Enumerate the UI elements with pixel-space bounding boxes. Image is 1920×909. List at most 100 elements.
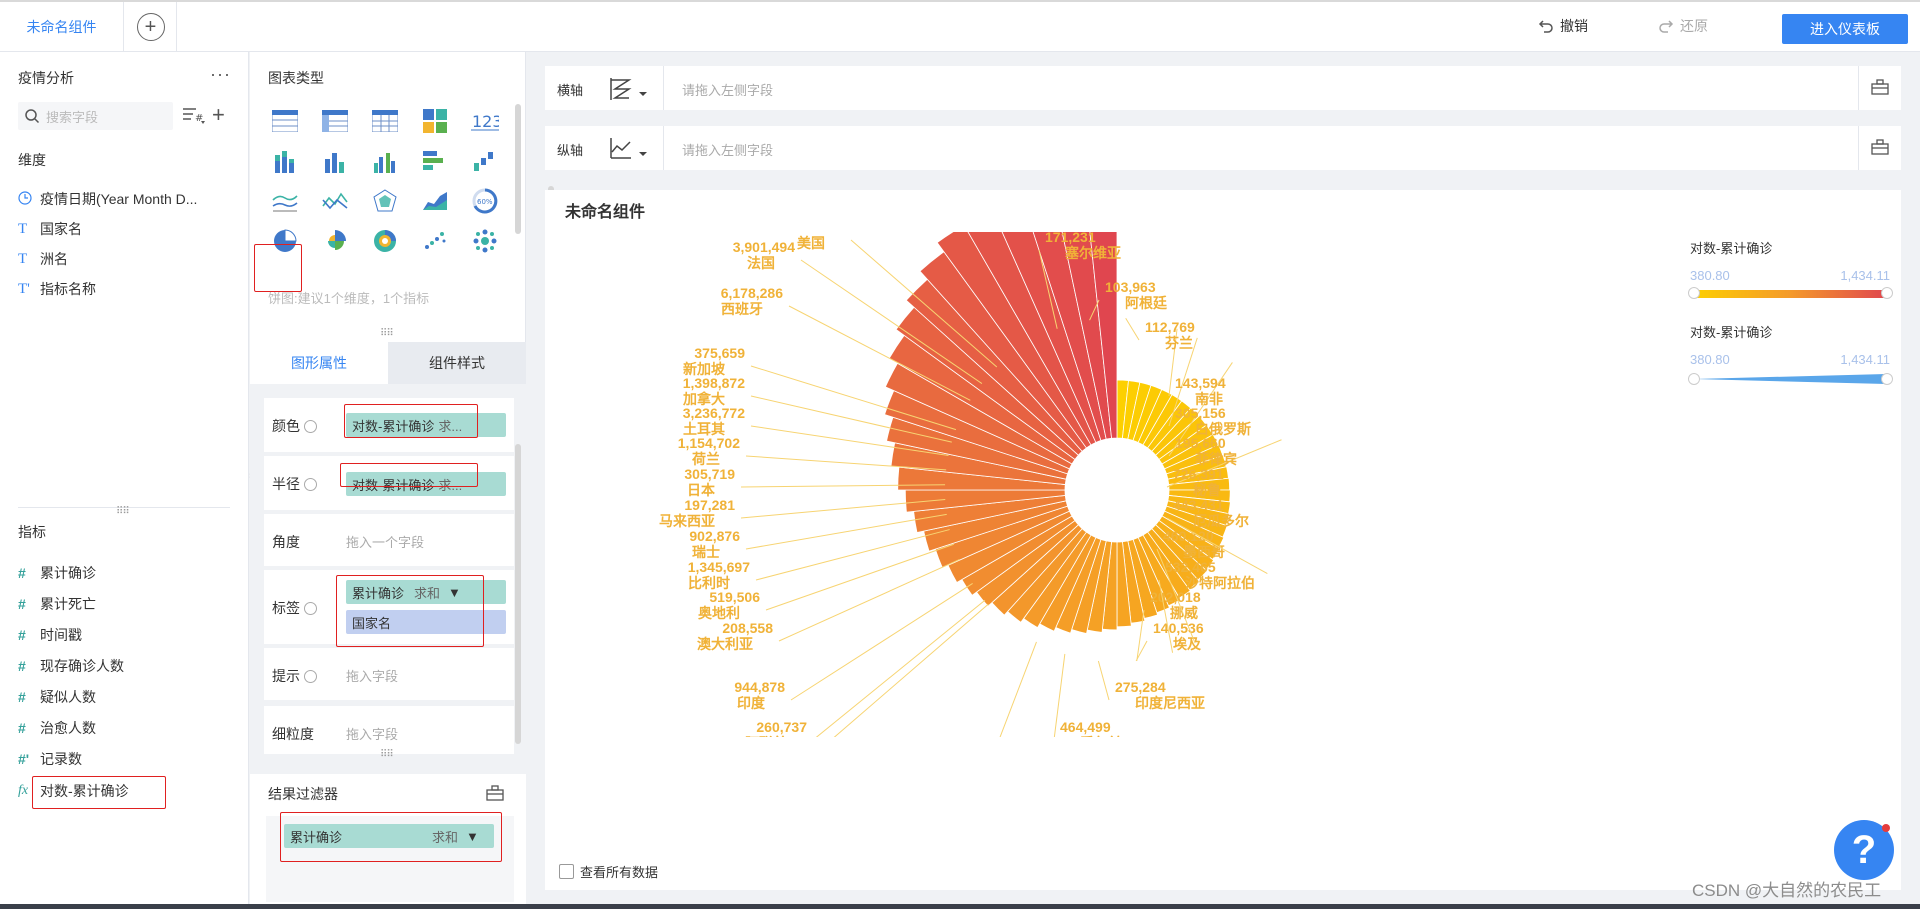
metric-field[interactable]: # 累计死亡 bbox=[18, 593, 96, 615]
angle-drop-zone[interactable]: 拖入一个字段 bbox=[346, 532, 424, 551]
angle-row: 角度 拖入一个字段 bbox=[264, 514, 514, 566]
tooltip-label[interactable]: 提示 bbox=[272, 666, 317, 686]
kpi-number-icon[interactable]: 123 bbox=[468, 104, 502, 138]
gear-icon[interactable] bbox=[304, 419, 317, 433]
data-label-value: 667,652 bbox=[995, 745, 1046, 761]
tab-component[interactable]: 未命名组件 bbox=[0, 2, 124, 52]
polyline-icon[interactable] bbox=[318, 184, 352, 218]
scatter-icon[interactable] bbox=[418, 224, 452, 258]
gear-icon[interactable] bbox=[304, 601, 317, 615]
gauge-icon[interactable]: 60% bbox=[468, 184, 502, 218]
horizontal-bar-icon[interactable] bbox=[418, 144, 452, 178]
metric-field[interactable]: # 时间戳 bbox=[18, 624, 82, 646]
number-type-icon: # bbox=[18, 627, 26, 643]
dimension-field-label: 指标名称 bbox=[40, 281, 96, 297]
data-label-value: 1,345,697 bbox=[688, 559, 750, 575]
axis-type-icon[interactable] bbox=[609, 136, 653, 162]
axis-type-icon[interactable] bbox=[609, 76, 653, 102]
data-label-value: 143,594 bbox=[1175, 375, 1226, 391]
group-table-icon[interactable] bbox=[318, 104, 352, 138]
y-axis-drop-zone[interactable]: 请拖入左侧字段 bbox=[682, 140, 773, 159]
legend-handle-max[interactable] bbox=[1881, 373, 1893, 385]
dimension-field[interactable]: T' 指标名称 bbox=[18, 278, 96, 300]
tab-component-style[interactable]: 组件样式 bbox=[388, 342, 526, 384]
treemap-icon[interactable] bbox=[418, 104, 452, 138]
redo-icon bbox=[1659, 20, 1674, 33]
resize-grip-icon[interactable]: ⠿⠿ bbox=[116, 506, 130, 517]
add-tab-button[interactable]: + bbox=[125, 2, 177, 52]
data-label-name: 法国 bbox=[747, 255, 775, 272]
legend-handle-max[interactable] bbox=[1881, 287, 1893, 299]
undo-label: 撤销 bbox=[1560, 18, 1588, 34]
x-axis-drop-zone[interactable]: 请拖入左侧字段 bbox=[682, 80, 773, 99]
chart-type-title: 图表类型 bbox=[268, 70, 324, 86]
stacked-bar-icon[interactable] bbox=[268, 144, 302, 178]
toolbox-icon[interactable] bbox=[1871, 138, 1889, 156]
toolbox-icon[interactable] bbox=[1871, 78, 1889, 96]
enter-dashboard-button[interactable]: 进入仪表板 bbox=[1782, 14, 1908, 44]
dimension-field[interactable]: T 洲名 bbox=[18, 248, 68, 270]
show-all-data[interactable]: 查看所有数据 bbox=[559, 862, 658, 881]
undo-icon bbox=[1538, 20, 1553, 33]
data-label-name: 秘鲁 bbox=[1193, 482, 1221, 499]
metric-field[interactable]: # 疑似人数 bbox=[18, 686, 96, 708]
data-label-value: 112,769 bbox=[1145, 319, 1195, 335]
chart-type-hint: 饼图:建议1个维度，1个指标 bbox=[268, 291, 430, 306]
cross-table-icon[interactable] bbox=[368, 104, 402, 138]
metric-field[interactable]: # 治愈人数 bbox=[18, 717, 96, 739]
metric-field[interactable]: # 现存确诊人数 bbox=[18, 655, 124, 677]
highlight-box bbox=[340, 463, 478, 487]
dimension-field-label: 洲名 bbox=[40, 251, 68, 267]
bubble-icon[interactable] bbox=[468, 224, 502, 258]
data-label-value: 260,737 bbox=[756, 719, 807, 735]
gear-icon[interactable] bbox=[304, 669, 317, 683]
redo-label: 还原 bbox=[1680, 18, 1708, 34]
metric-field-label: 现存确诊人数 bbox=[40, 658, 124, 674]
legend-handle-min[interactable] bbox=[1688, 287, 1700, 299]
highlight-box bbox=[32, 776, 166, 809]
granularity-label: 细粒度 bbox=[272, 726, 314, 742]
tab-graphic-properties[interactable]: 图形属性 bbox=[250, 342, 388, 384]
field-sort-icon[interactable]: # bbox=[182, 106, 206, 126]
gear-icon[interactable] bbox=[304, 477, 317, 491]
add-field-icon[interactable]: + bbox=[212, 102, 225, 128]
resize-grip-icon[interactable]: ⠿⠿ bbox=[380, 328, 394, 339]
grouped-bar-icon[interactable] bbox=[368, 144, 402, 178]
rose-pie-icon[interactable] bbox=[318, 224, 352, 258]
line-chart-icon[interactable] bbox=[268, 184, 302, 218]
multi-layer-pie-icon[interactable] bbox=[368, 224, 402, 258]
bar-chart-icon[interactable] bbox=[318, 144, 352, 178]
properties-scrollbar[interactable] bbox=[515, 444, 521, 744]
dimension-field[interactable]: T 国家名 bbox=[18, 218, 82, 240]
toolbox-icon[interactable] bbox=[486, 784, 504, 802]
data-label-name: 沙特阿拉伯 bbox=[1185, 575, 1255, 592]
search-input[interactable]: 搜索字段 bbox=[18, 102, 173, 130]
result-filter-section: 结果过滤器 累计确诊 求和 ▼ bbox=[250, 774, 526, 904]
undo-button[interactable]: 撤销 bbox=[1538, 16, 1588, 36]
radar-icon[interactable] bbox=[368, 184, 402, 218]
chart-type-scrollbar[interactable] bbox=[515, 104, 521, 234]
data-label-value: 1,398,872 bbox=[683, 375, 745, 391]
radius-label[interactable]: 半径 bbox=[272, 474, 317, 494]
more-icon[interactable]: ··· bbox=[210, 64, 231, 85]
area-chart-icon[interactable] bbox=[418, 184, 452, 218]
waterfall-icon[interactable] bbox=[468, 144, 502, 178]
table-chart-icon[interactable] bbox=[268, 104, 302, 138]
color-label[interactable]: 颜色 bbox=[272, 416, 317, 436]
tooltip-drop-zone[interactable]: 拖入字段 bbox=[346, 666, 398, 685]
legend-handle-min[interactable] bbox=[1688, 373, 1700, 385]
granularity-drop-zone[interactable]: 拖入字段 bbox=[346, 724, 398, 743]
data-label-name: 埃及 bbox=[1173, 636, 1202, 653]
metric-field[interactable]: #' 记录数 bbox=[18, 748, 82, 770]
resize-grip-icon[interactable]: ⠿⠿ bbox=[380, 749, 394, 760]
label-label[interactable]: 标签 bbox=[272, 598, 317, 618]
metric-field[interactable]: # 累计确诊 bbox=[18, 562, 96, 584]
show-all-checkbox[interactable] bbox=[559, 864, 574, 879]
data-label-name: 爱尔兰 bbox=[1080, 735, 1122, 752]
clock-icon bbox=[18, 190, 40, 208]
dimension-field[interactable]: 疫情日期(Year Month D... bbox=[18, 188, 197, 210]
legend-size-title: 对数-累计确诊 bbox=[1690, 325, 1773, 340]
number-type-icon: # bbox=[18, 565, 26, 581]
metric-field-label: 时间戳 bbox=[40, 627, 82, 643]
redo-button[interactable]: 还原 bbox=[1658, 16, 1708, 36]
